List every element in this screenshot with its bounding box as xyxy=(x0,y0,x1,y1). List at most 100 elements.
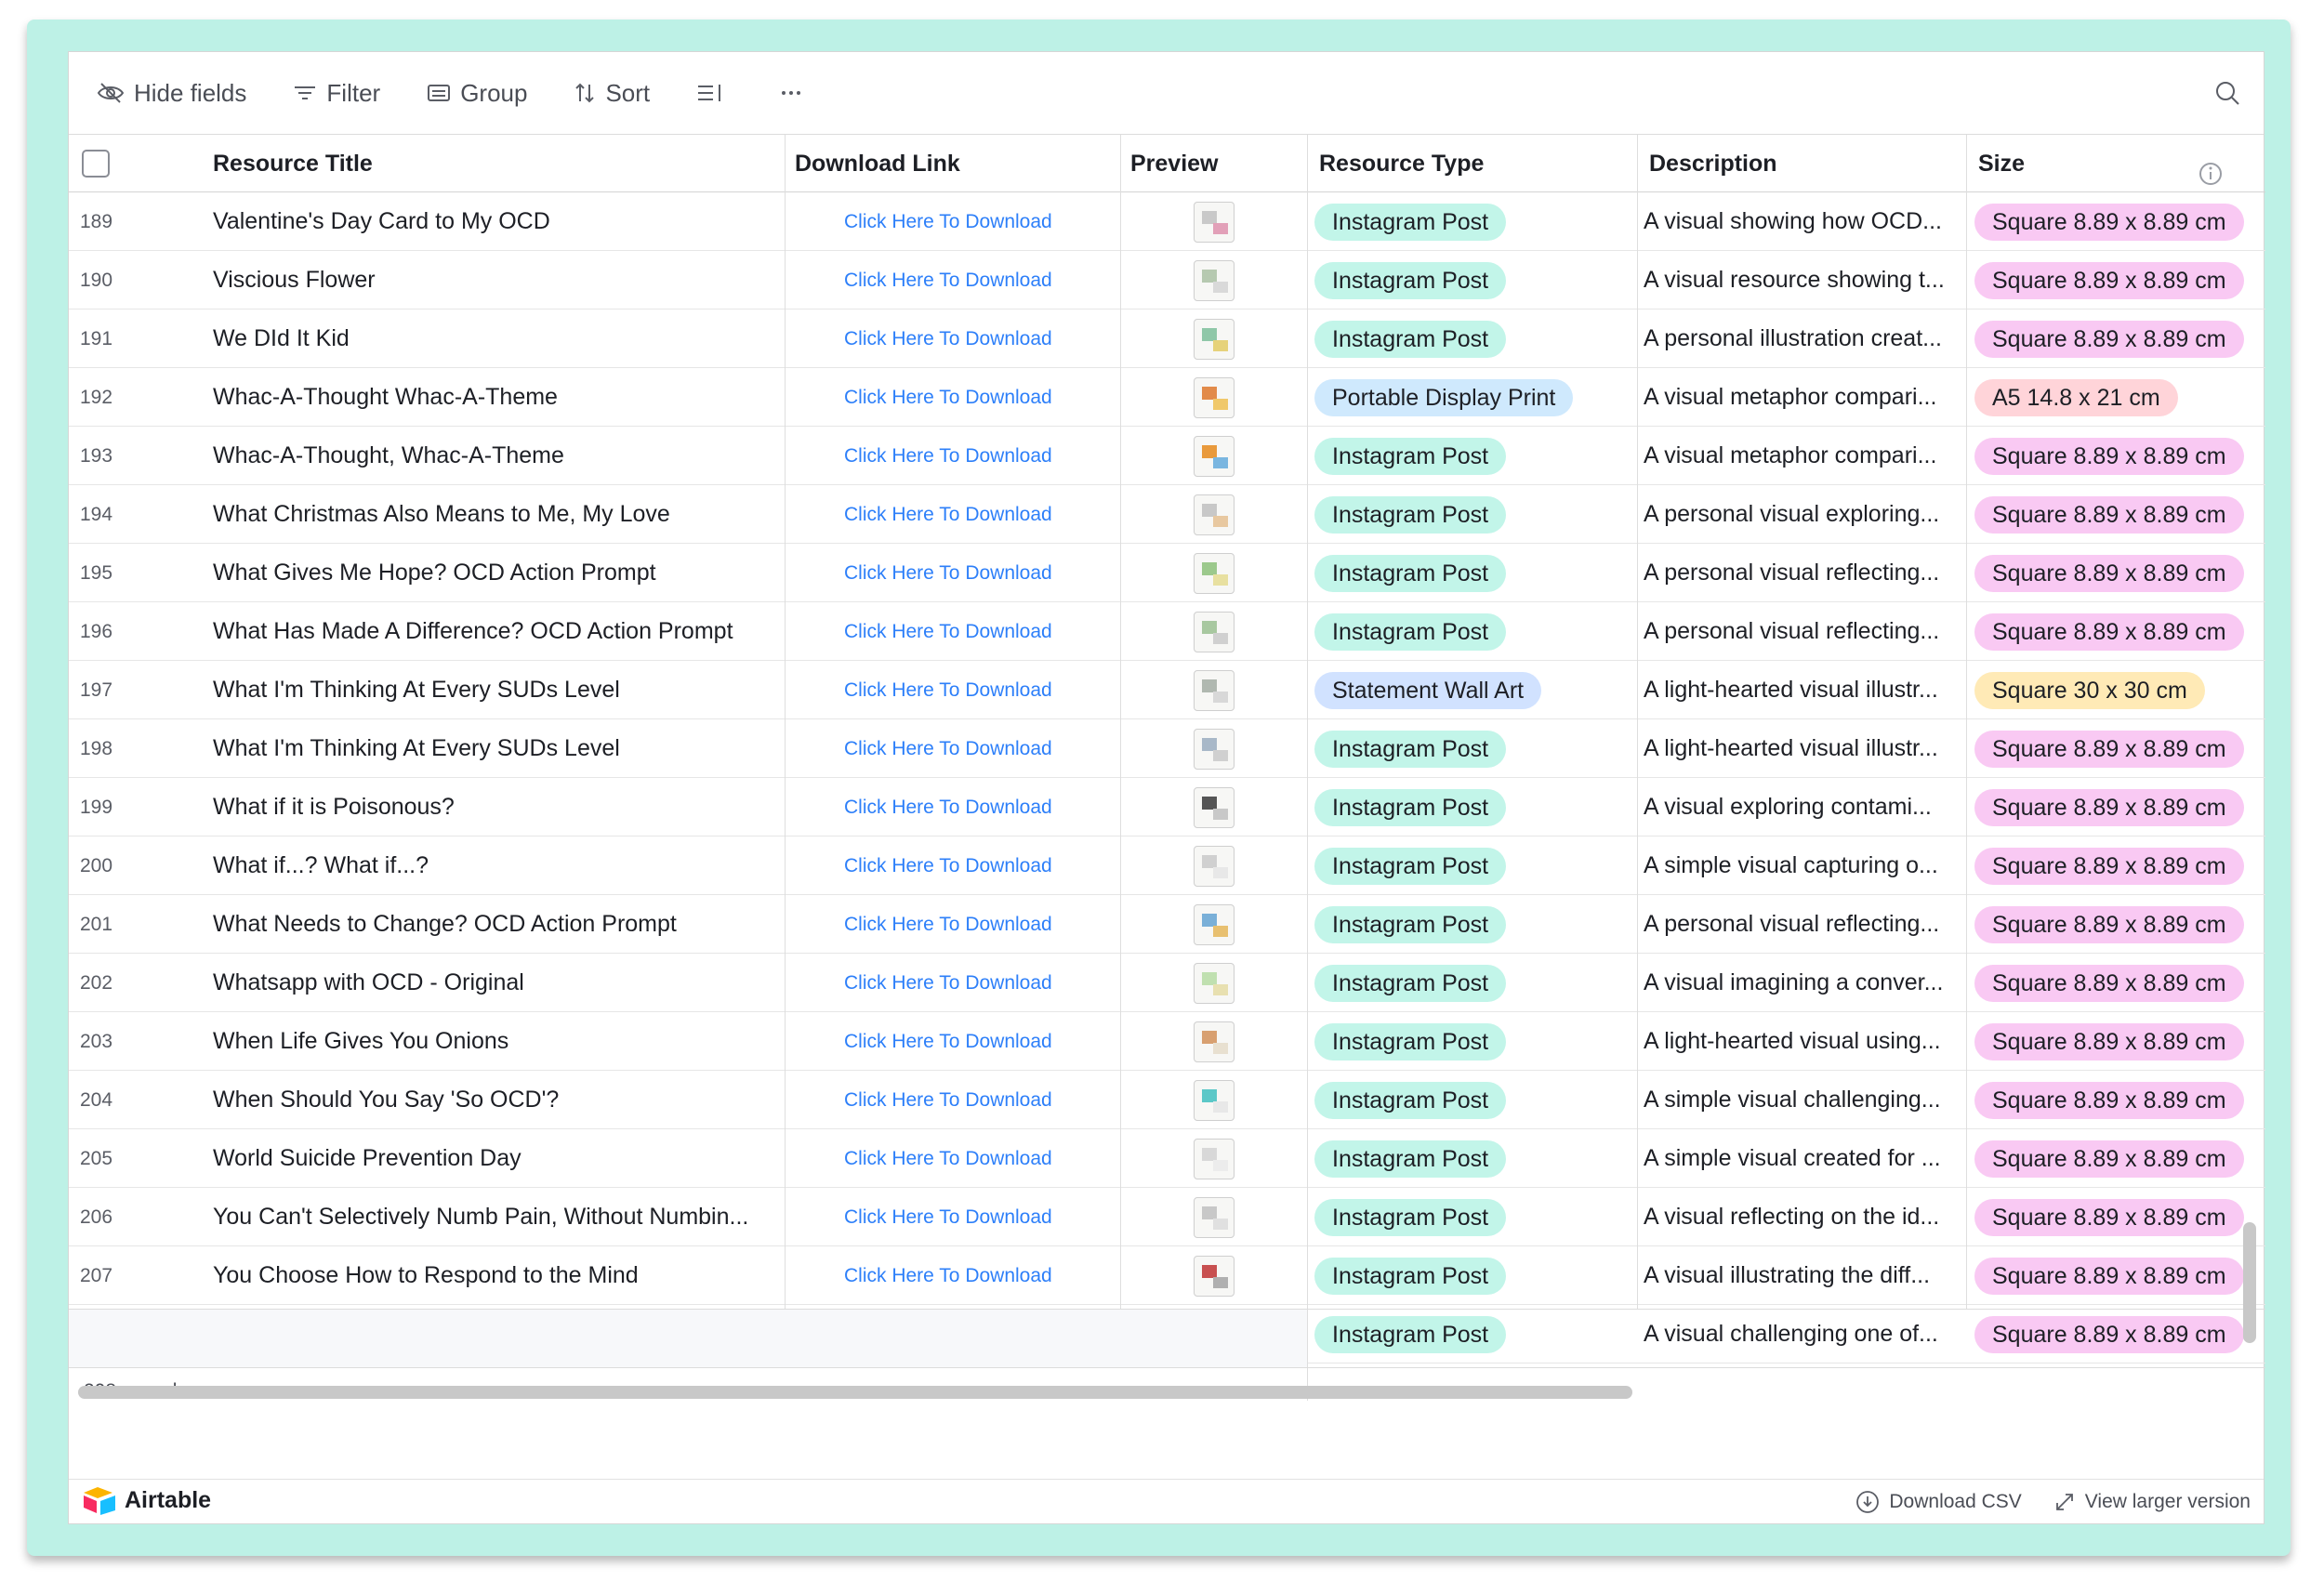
preview-cell[interactable] xyxy=(1194,192,1240,251)
search-button[interactable] xyxy=(2213,79,2241,113)
download-link[interactable]: Click Here To Download xyxy=(844,837,1086,895)
preview-thumbnail[interactable] xyxy=(1194,259,1235,301)
preview-thumbnail[interactable] xyxy=(1194,728,1235,770)
airtable-logo-link[interactable]: Airtable xyxy=(82,1485,211,1515)
table-row[interactable]: 201 What Needs to Change? OCD Action Prom… xyxy=(69,895,2265,954)
size-cell[interactable]: Square 8.89 x 8.89 cm xyxy=(1974,1012,2253,1071)
description-cell[interactable]: A visual metaphor compari... xyxy=(1644,427,1950,485)
download-link[interactable]: Click Here To Download xyxy=(844,310,1086,368)
table-row[interactable]: 195 What Gives Me Hope? OCD Action Prompt… xyxy=(69,544,2265,602)
download-csv-link[interactable]: Download CSV xyxy=(1855,1490,2022,1514)
table-row[interactable]: 198 What I'm Thinking At Every SUDs Level… xyxy=(69,719,2265,778)
view-larger-link[interactable]: View larger version xyxy=(2053,1491,2251,1513)
preview-cell[interactable] xyxy=(1194,719,1240,778)
preview-cell[interactable] xyxy=(1194,251,1240,310)
resource-title-cell[interactable]: Viscious Flower xyxy=(213,251,771,310)
resource-title-cell[interactable]: What if...? What if...? xyxy=(213,837,771,895)
resource-title-cell[interactable]: What Christmas Also Means to Me, My Love xyxy=(213,485,771,544)
preview-thumbnail[interactable] xyxy=(1194,494,1235,535)
resource-type-cell[interactable]: Instagram Post xyxy=(1314,310,1631,368)
download-link[interactable]: Click Here To Download xyxy=(844,778,1086,837)
size-cell[interactable]: Square 8.89 x 8.89 cm xyxy=(1974,1305,2253,1364)
table-row[interactable]: 193 Whac-A-Thought, Whac-A-Theme Click Her… xyxy=(69,427,2265,485)
table-row[interactable]: 202 Whatsapp with OCD - Original Click Her… xyxy=(69,954,2265,1012)
table-row[interactable]: 199 What if it is Poisonous? Click Here To… xyxy=(69,778,2265,837)
preview-thumbnail[interactable] xyxy=(1194,1255,1235,1297)
preview-thumbnail[interactable] xyxy=(1194,201,1235,243)
description-cell[interactable]: A visual illustrating the diff... xyxy=(1644,1246,1950,1305)
row-height-button[interactable] xyxy=(696,82,733,104)
preview-thumbnail[interactable] xyxy=(1194,1021,1235,1062)
download-link[interactable]: Click Here To Download xyxy=(844,719,1086,778)
hide-fields-button[interactable]: Hide fields xyxy=(97,79,246,108)
download-link[interactable]: Click Here To Download xyxy=(844,1246,1086,1305)
preview-cell[interactable] xyxy=(1194,602,1240,661)
checkbox-box[interactable] xyxy=(82,150,110,178)
resource-type-cell[interactable]: Instagram Post xyxy=(1314,1129,1631,1188)
preview-cell[interactable] xyxy=(1194,1188,1240,1246)
resource-type-cell[interactable]: Instagram Post xyxy=(1314,251,1631,310)
download-link[interactable]: Click Here To Download xyxy=(844,427,1086,485)
size-cell[interactable]: A5 14.8 x 21 cm xyxy=(1974,368,2253,427)
table-row[interactable]: 207 You Choose How to Respond to the Mind… xyxy=(69,1246,2265,1305)
preview-cell[interactable] xyxy=(1194,837,1240,895)
description-cell[interactable]: A personal visual reflecting... xyxy=(1644,544,1950,602)
header-resource-type[interactable]: Resource Type xyxy=(1319,135,1484,192)
preview-cell[interactable] xyxy=(1194,1129,1240,1188)
resource-title-cell[interactable]: When Life Gives You Onions xyxy=(213,1012,771,1071)
preview-thumbnail[interactable] xyxy=(1194,845,1235,887)
resource-title-cell[interactable]: Whac-A-Thought, Whac-A-Theme xyxy=(213,427,771,485)
size-cell[interactable]: Square 8.89 x 8.89 cm xyxy=(1974,954,2253,1012)
description-cell[interactable]: A simple visual challenging... xyxy=(1644,1071,1950,1129)
table-row[interactable]: 203 When Life Gives You Onions Click Here … xyxy=(69,1012,2265,1071)
resource-title-cell[interactable]: Whac-A-Thought Whac-A-Theme xyxy=(213,368,771,427)
table-row[interactable]: 190 Viscious Flower Click Here To Download… xyxy=(69,251,2265,310)
download-link[interactable]: Click Here To Download xyxy=(844,1071,1086,1129)
size-cell[interactable]: Square 8.89 x 8.89 cm xyxy=(1974,1246,2253,1305)
header-size[interactable]: Size xyxy=(1978,135,2025,192)
resource-title-cell[interactable]: You Choose How to Respond to the Mind xyxy=(213,1246,771,1305)
resource-type-cell[interactable]: Instagram Post xyxy=(1314,954,1631,1012)
resource-title-cell[interactable]: Valentine's Day Card to My OCD xyxy=(213,192,771,251)
resource-type-cell[interactable]: Statement Wall Art xyxy=(1314,661,1631,719)
resource-title-cell[interactable]: What Needs to Change? OCD Action Prompt xyxy=(213,895,771,954)
resource-type-cell[interactable]: Instagram Post xyxy=(1314,1188,1631,1246)
download-link[interactable]: Click Here To Download xyxy=(844,485,1086,544)
description-cell[interactable]: A visual challenging one of... xyxy=(1644,1305,1950,1364)
vertical-scrollbar[interactable] xyxy=(2243,1222,2256,1343)
group-button[interactable]: Group xyxy=(427,79,527,108)
preview-cell[interactable] xyxy=(1194,427,1240,485)
table-row[interactable]: 197 What I'm Thinking At Every SUDs Level… xyxy=(69,661,2265,719)
size-cell[interactable]: Square 8.89 x 8.89 cm xyxy=(1974,778,2253,837)
table-row[interactable]: 189 Valentine's Day Card to My OCD Click H… xyxy=(69,192,2265,251)
resource-title-cell[interactable]: Whatsapp with OCD - Original xyxy=(213,954,771,1012)
table-row[interactable]: 204 When Should You Say 'So OCD'? Click He… xyxy=(69,1071,2265,1129)
resource-type-cell[interactable]: Instagram Post xyxy=(1314,544,1631,602)
size-cell[interactable]: Square 8.89 x 8.89 cm xyxy=(1974,837,2253,895)
size-cell[interactable]: Square 8.89 x 8.89 cm xyxy=(1974,192,2253,251)
resource-title-cell[interactable]: What I'm Thinking At Every SUDs Level xyxy=(213,719,771,778)
description-cell[interactable]: A simple visual created for ... xyxy=(1644,1129,1950,1188)
resource-title-cell[interactable]: What Gives Me Hope? OCD Action Prompt xyxy=(213,544,771,602)
size-cell[interactable]: Square 8.89 x 8.89 cm xyxy=(1974,251,2253,310)
size-cell[interactable]: Square 8.89 x 8.89 cm xyxy=(1974,485,2253,544)
resource-title-cell[interactable]: World Suicide Prevention Day xyxy=(213,1129,771,1188)
download-link[interactable]: Click Here To Download xyxy=(844,954,1086,1012)
description-cell[interactable]: A visual imagining a conver... xyxy=(1644,954,1950,1012)
preview-cell[interactable] xyxy=(1194,485,1240,544)
description-cell[interactable]: A personal visual reflecting... xyxy=(1644,602,1950,661)
description-cell[interactable]: A personal illustration creat... xyxy=(1644,310,1950,368)
resource-type-cell[interactable]: Instagram Post xyxy=(1314,602,1631,661)
size-info-button[interactable] xyxy=(2198,151,2224,185)
table-row[interactable]: 192 Whac-A-Thought Whac-A-Theme Click Here… xyxy=(69,368,2265,427)
description-cell[interactable]: A visual resource showing t... xyxy=(1644,251,1950,310)
description-cell[interactable]: A visual exploring contami... xyxy=(1644,778,1950,837)
download-link[interactable]: Click Here To Download xyxy=(844,602,1086,661)
header-download-link[interactable]: Download Link xyxy=(795,135,960,192)
resource-title-cell[interactable]: When Should You Say 'So OCD'? xyxy=(213,1071,771,1129)
size-cell[interactable]: Square 8.89 x 8.89 cm xyxy=(1974,427,2253,485)
download-link[interactable]: Click Here To Download xyxy=(844,192,1086,251)
header-resource-title[interactable]: Resource Title xyxy=(213,135,373,192)
preview-thumbnail[interactable] xyxy=(1194,786,1235,828)
preview-thumbnail[interactable] xyxy=(1194,376,1235,418)
